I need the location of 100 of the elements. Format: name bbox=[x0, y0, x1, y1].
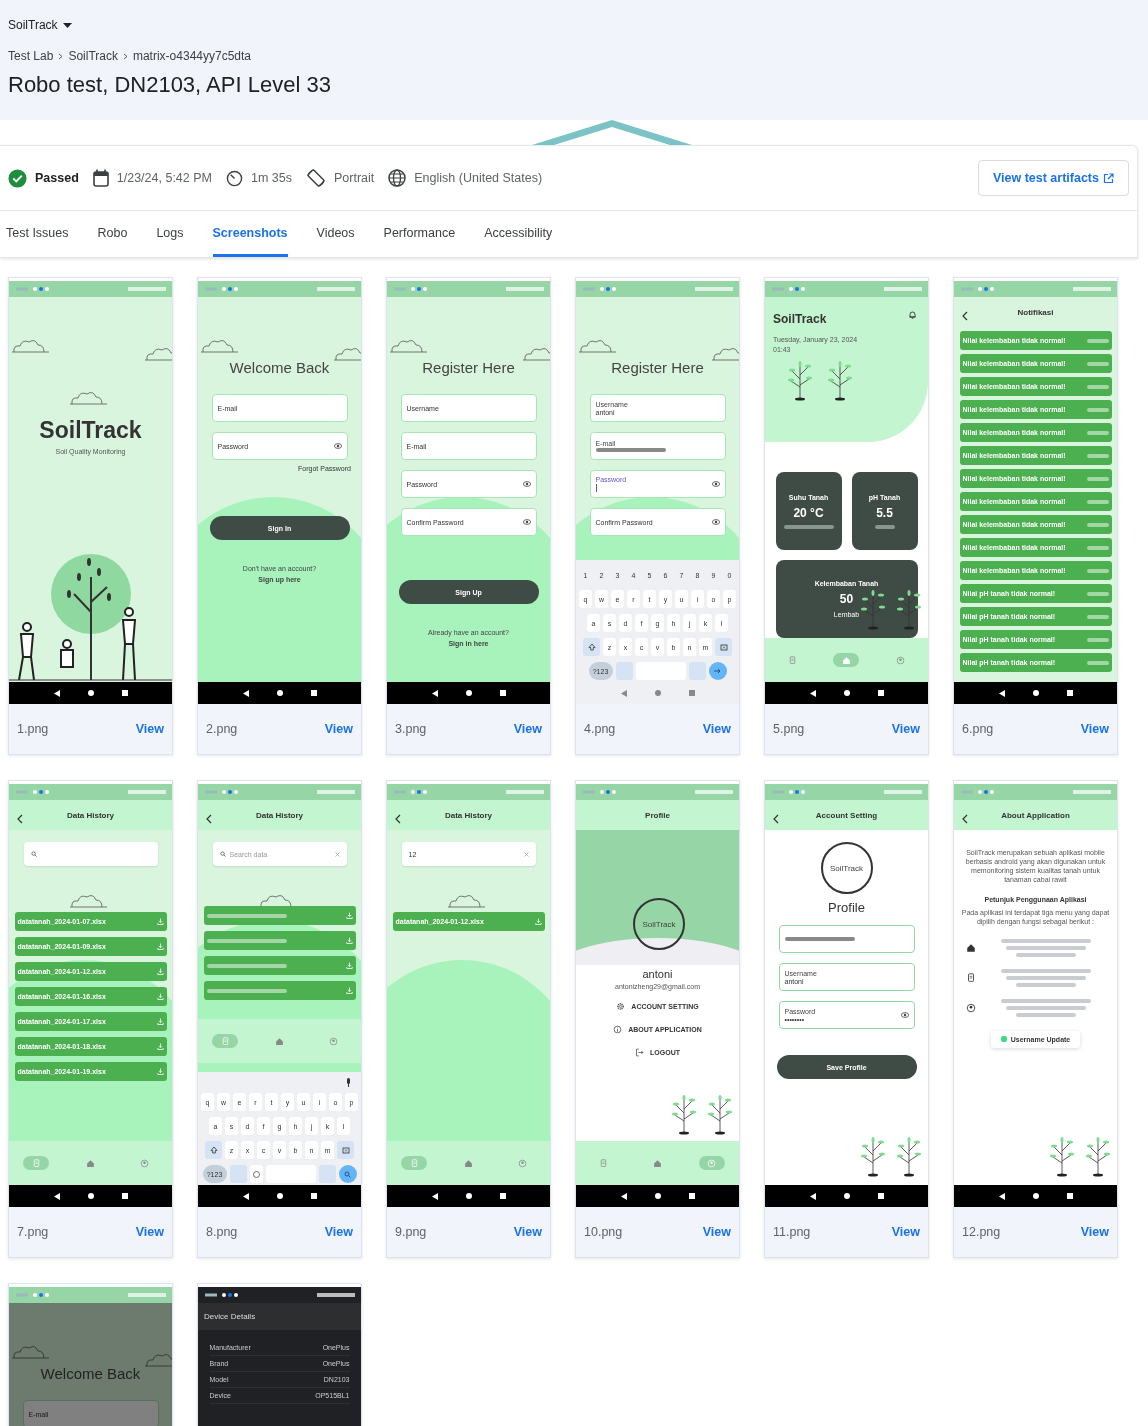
back-icon[interactable] bbox=[53, 689, 60, 697]
back-icon[interactable] bbox=[809, 1192, 816, 1200]
recents-icon[interactable] bbox=[499, 1193, 506, 1199]
recents-icon[interactable] bbox=[1066, 1193, 1073, 1199]
tab[interactable]: Screenshots bbox=[212, 211, 288, 257]
file-item[interactable] bbox=[203, 956, 356, 975]
home-icon[interactable] bbox=[87, 690, 94, 696]
back-icon[interactable] bbox=[242, 689, 249, 697]
view-link[interactable]: View bbox=[891, 1225, 920, 1239]
back-icon[interactable] bbox=[620, 1192, 627, 1200]
project-selector[interactable]: SoilTrack bbox=[8, 18, 72, 32]
view-link[interactable]: View bbox=[513, 722, 542, 736]
home-icon[interactable] bbox=[965, 942, 976, 953]
download-icon[interactable] bbox=[156, 918, 164, 925]
download-icon[interactable] bbox=[156, 993, 164, 1000]
recents-icon[interactable] bbox=[1066, 690, 1073, 696]
view-link[interactable]: View bbox=[135, 722, 164, 736]
bell-icon[interactable] bbox=[909, 311, 916, 319]
input-field[interactable] bbox=[778, 925, 915, 953]
view-link[interactable]: View bbox=[1080, 722, 1109, 736]
download-icon[interactable] bbox=[156, 1068, 164, 1075]
recents-icon[interactable] bbox=[877, 690, 884, 696]
recents-icon[interactable] bbox=[688, 1193, 695, 1199]
download-icon[interactable] bbox=[345, 912, 353, 919]
download-icon[interactable] bbox=[156, 1043, 164, 1050]
eye-icon[interactable] bbox=[333, 443, 342, 449]
view-link[interactable]: View bbox=[1080, 1225, 1109, 1239]
shift-key[interactable] bbox=[205, 1141, 222, 1159]
breadcrumb-link[interactable]: SoilTrack bbox=[68, 49, 118, 63]
download-icon[interactable] bbox=[345, 937, 353, 944]
view-link[interactable]: View bbox=[702, 722, 731, 736]
home-icon[interactable] bbox=[843, 1193, 850, 1199]
clipboard-icon[interactable] bbox=[31, 1158, 41, 1168]
download-icon[interactable] bbox=[345, 987, 353, 994]
file-item[interactable] bbox=[203, 906, 356, 925]
search-field[interactable] bbox=[23, 842, 158, 866]
clipboard-icon[interactable] bbox=[965, 972, 976, 983]
back-icon[interactable] bbox=[431, 1192, 438, 1200]
enter-key[interactable] bbox=[708, 662, 727, 680]
file-item[interactable] bbox=[203, 981, 356, 1000]
logout-icon[interactable] bbox=[635, 1048, 644, 1057]
breadcrumb-link[interactable]: Test Lab bbox=[8, 49, 54, 63]
view-link[interactable]: View bbox=[513, 1225, 542, 1239]
home-icon[interactable] bbox=[1032, 1193, 1039, 1199]
download-icon[interactable] bbox=[156, 968, 164, 975]
info-icon[interactable] bbox=[613, 1025, 623, 1034]
clipboard-icon[interactable] bbox=[220, 1036, 230, 1046]
download-icon[interactable] bbox=[534, 918, 542, 925]
back-icon[interactable] bbox=[998, 689, 1005, 697]
clipboard-icon[interactable] bbox=[787, 655, 797, 665]
tab[interactable]: Logs bbox=[156, 211, 184, 257]
collapse-tab[interactable] bbox=[532, 120, 692, 145]
home-icon[interactable] bbox=[465, 690, 472, 696]
tab[interactable]: Videos bbox=[316, 211, 355, 257]
home-icon[interactable] bbox=[276, 690, 283, 696]
clipboard-icon[interactable] bbox=[598, 1158, 608, 1168]
person-icon[interactable] bbox=[965, 1002, 976, 1013]
eye-icon[interactable] bbox=[522, 481, 531, 487]
back-icon[interactable] bbox=[809, 689, 816, 697]
tab[interactable]: Test Issues bbox=[6, 211, 69, 257]
recents-icon[interactable] bbox=[877, 1193, 884, 1199]
back-icon[interactable] bbox=[998, 1192, 1005, 1200]
search-key[interactable] bbox=[338, 1165, 357, 1183]
eye-icon[interactable] bbox=[522, 519, 531, 525]
shift-key[interactable] bbox=[583, 638, 600, 656]
settings-icon[interactable] bbox=[616, 1002, 626, 1011]
back-icon[interactable] bbox=[962, 814, 968, 824]
home-icon[interactable] bbox=[87, 1193, 94, 1199]
backspace-key[interactable] bbox=[715, 638, 732, 656]
backspace-key[interactable] bbox=[337, 1141, 354, 1159]
recents-icon[interactable] bbox=[121, 1193, 128, 1199]
recents-icon[interactable] bbox=[499, 690, 506, 696]
file-item[interactable] bbox=[203, 931, 356, 950]
view-link[interactable]: View bbox=[324, 1225, 353, 1239]
back-icon[interactable] bbox=[962, 311, 968, 321]
clear-icon[interactable] bbox=[523, 851, 529, 857]
clear-icon[interactable] bbox=[334, 851, 340, 857]
microphone-icon[interactable] bbox=[346, 1078, 351, 1087]
tab[interactable]: Robo bbox=[97, 211, 128, 257]
recents-icon[interactable] bbox=[310, 690, 317, 696]
download-icon[interactable] bbox=[345, 962, 353, 969]
view-link[interactable]: View bbox=[891, 722, 920, 736]
home-icon[interactable] bbox=[465, 1193, 472, 1199]
back-icon[interactable] bbox=[53, 1192, 60, 1200]
download-icon[interactable] bbox=[156, 943, 164, 950]
back-icon[interactable] bbox=[206, 814, 212, 824]
breadcrumb-link[interactable]: matrix-o4344yy7c5dta bbox=[132, 49, 251, 63]
eye-icon[interactable] bbox=[900, 1012, 909, 1018]
back-icon[interactable] bbox=[431, 689, 438, 697]
back-icon[interactable] bbox=[773, 814, 779, 824]
back-icon[interactable] bbox=[17, 814, 23, 824]
home-icon[interactable] bbox=[1032, 690, 1039, 696]
view-link[interactable]: View bbox=[324, 722, 353, 736]
view-link[interactable]: View bbox=[135, 1225, 164, 1239]
download-icon[interactable] bbox=[156, 1018, 164, 1025]
back-icon[interactable] bbox=[242, 1192, 249, 1200]
view-artifacts-button[interactable]: View test artifacts bbox=[977, 160, 1129, 196]
tab-button[interactable] bbox=[833, 653, 860, 667]
home-icon[interactable] bbox=[276, 1193, 283, 1199]
recents-icon[interactable] bbox=[310, 1193, 317, 1199]
